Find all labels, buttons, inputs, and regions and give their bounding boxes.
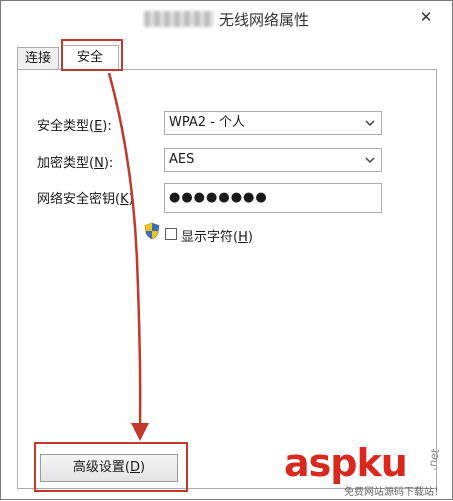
- advanced-settings-button[interactable]: 高级设置(D): [40, 454, 178, 482]
- tab-strip: 连接 安全: [17, 45, 437, 70]
- show-characters-checkbox[interactable]: [165, 228, 177, 240]
- encryption-type-label: 加密类型(N):: [37, 156, 114, 171]
- network-key-input[interactable]: ●●●●●●●●: [164, 183, 382, 213]
- encryption-type-value: AES: [169, 152, 195, 167]
- security-type-value: WPA2 - 个人: [169, 115, 245, 130]
- encryption-type-select[interactable]: AES: [164, 148, 382, 172]
- tab-security[interactable]: 安全: [61, 45, 119, 70]
- tab-connection[interactable]: 连接: [17, 47, 59, 69]
- watermark-logo: aspku: [284, 441, 408, 485]
- security-type-label: 安全类型(E):: [37, 119, 112, 134]
- network-name-redacted: [144, 11, 214, 27]
- shield-icon: [144, 222, 160, 240]
- watermark-tagline: 免费网站源码下载站！: [344, 487, 444, 498]
- wireless-properties-window: 无线网络属性 ✕ 连接 安全 安全类型(E): WPA2 - 个人 加密类型(N…: [0, 0, 453, 500]
- close-icon: ✕: [419, 8, 433, 26]
- window-title: 无线网络属性: [219, 11, 310, 29]
- close-button[interactable]: ✕: [409, 7, 443, 27]
- network-key-value: ●●●●●●●●: [169, 190, 268, 205]
- chevron-down-icon: [363, 112, 377, 134]
- network-key-label: 网络安全密钥(K): [37, 192, 134, 207]
- chevron-down-icon: [363, 149, 377, 171]
- show-characters-label[interactable]: 显示字符(H): [181, 226, 253, 245]
- security-type-select[interactable]: WPA2 - 个人: [164, 111, 382, 135]
- title-bar: 无线网络属性 ✕: [1, 1, 452, 37]
- watermark-tld: .net: [425, 447, 443, 472]
